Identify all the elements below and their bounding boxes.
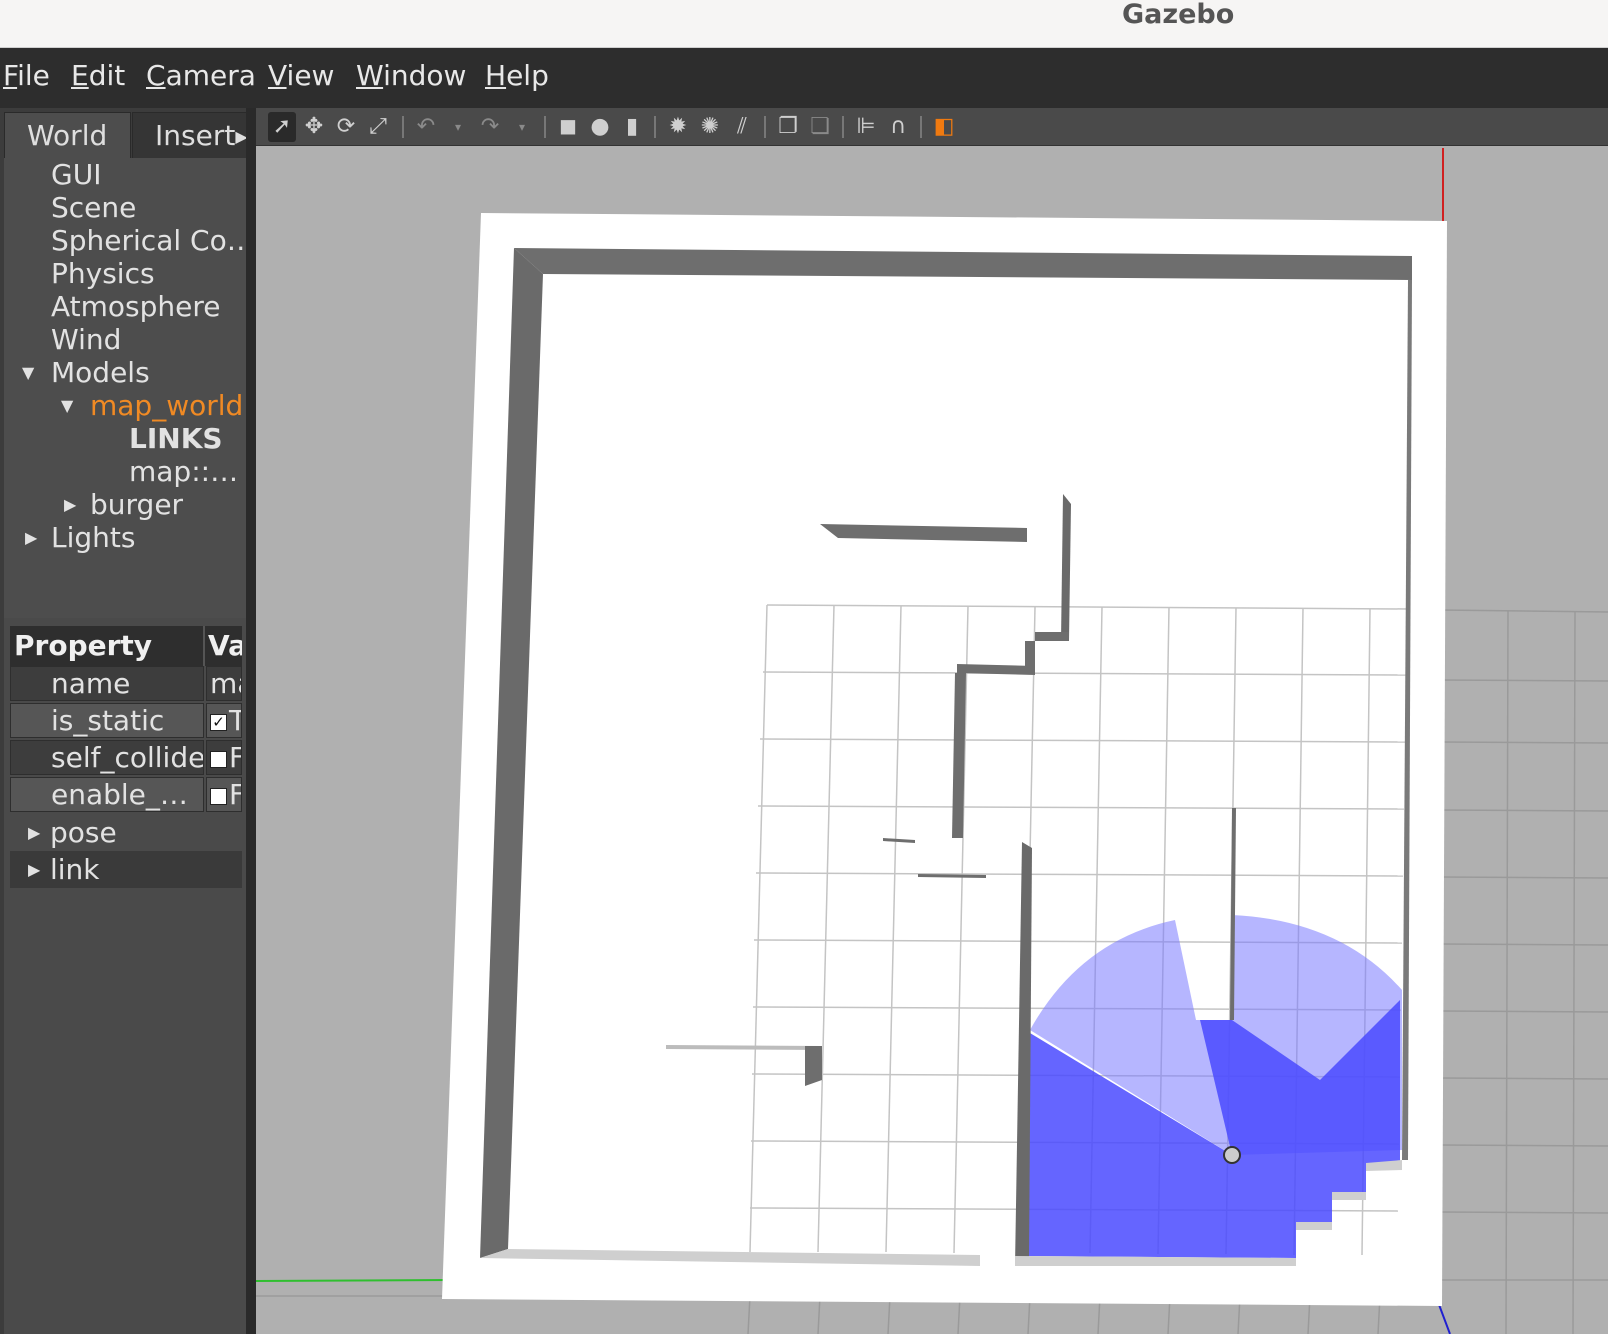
axis-x-line — [256, 1279, 451, 1282]
tree-item-map-world[interactable]: map_world — [90, 389, 243, 423]
checkbox-checked[interactable]: ✓ — [210, 713, 227, 731]
property-value[interactable]: ✓T — [206, 703, 242, 738]
property-group-link[interactable]: ▶ link — [10, 851, 242, 888]
property-key: self_collide — [10, 740, 204, 775]
redo-icon[interactable]: ↷ — [476, 112, 504, 142]
tree-item-spherical-coordinates[interactable]: Spherical Co… — [51, 224, 252, 258]
toolbar-separator — [654, 116, 656, 138]
box-shape-icon[interactable]: ◼ — [554, 112, 582, 142]
left-panel: World Insert▶ GUI Scene Spherical Co… Ph… — [0, 108, 256, 1334]
tree-item-map-link[interactable]: map::… — [129, 455, 238, 489]
menu-bar: File Edit Camera View Window Help — [0, 48, 1608, 108]
property-key: name — [10, 666, 204, 701]
rotate-icon[interactable]: ⟳ — [332, 112, 360, 142]
scene-toolbar: ➚ ✥ ⟳ ⤢ ↶ ▾ ↷ ▾ ◼ ● ▮ ✹ ✺ ⫽ ❐ ❏ ⊫ ∩ ◧ — [256, 108, 1608, 146]
toolbar-separator — [544, 116, 546, 138]
menu-view[interactable]: View — [268, 58, 334, 94]
paste-icon[interactable]: ❏ — [806, 112, 834, 142]
redo-history-icon[interactable]: ▾ — [508, 112, 536, 142]
menu-camera[interactable]: Camera — [146, 58, 256, 94]
property-key: is_static — [10, 703, 204, 738]
point-light-icon[interactable]: ✹ — [664, 112, 692, 142]
translate-icon[interactable]: ✥ — [300, 112, 328, 142]
expand-right-icon[interactable]: ▶ — [25, 521, 37, 555]
property-row-is-static[interactable]: is_static ✓T — [10, 703, 242, 740]
property-value[interactable]: ma — [206, 666, 242, 701]
cylinder-shape-icon[interactable]: ▮ — [618, 112, 646, 142]
directional-light-icon[interactable]: ⫽ — [728, 112, 756, 142]
spot-light-icon[interactable]: ✺ — [696, 112, 724, 142]
menu-file[interactable]: File — [3, 58, 50, 94]
property-panel: Property Va name ma is_static ✓T self_co… — [4, 618, 252, 1334]
panel-tabs: World Insert▶ — [0, 108, 256, 158]
inner-wall-14 — [1296, 1222, 1332, 1230]
property-value[interactable]: F — [206, 740, 242, 775]
toolbar-separator — [764, 116, 766, 138]
tab-insert[interactable]: Insert▶ — [132, 112, 252, 158]
tree-item-models[interactable]: Models — [51, 356, 150, 390]
expand-right-icon[interactable]: ▶ — [28, 814, 40, 851]
toolbar-separator — [842, 116, 844, 138]
tree-item-lights[interactable]: Lights — [51, 521, 135, 555]
expand-down-icon[interactable]: ▼ — [61, 389, 73, 423]
menu-help[interactable]: Help — [485, 58, 549, 94]
property-group-pose[interactable]: ▶ pose — [10, 814, 242, 851]
toolbar-separator — [402, 116, 404, 138]
property-table-header: Property Va — [10, 626, 242, 666]
title-bar: Gazebo — [0, 0, 1608, 48]
align-icon[interactable]: ⊫ — [852, 112, 880, 142]
checkbox-unchecked[interactable] — [210, 787, 227, 805]
robot-marker — [1223, 1146, 1241, 1164]
property-row-name[interactable]: name ma — [10, 666, 242, 703]
view-angle-icon[interactable]: ◧ — [930, 112, 958, 142]
axis-z-line — [1437, 1301, 1451, 1334]
inner-wall-15 — [1332, 1192, 1366, 1200]
header-property[interactable]: Property — [14, 626, 200, 666]
inner-wall-12 — [805, 1046, 822, 1086]
header-value[interactable]: Va — [208, 626, 242, 666]
menu-window[interactable]: Window — [356, 58, 466, 94]
menu-edit[interactable]: Edit — [71, 58, 125, 94]
scale-icon[interactable]: ⤢ — [364, 112, 392, 142]
tab-world[interactable]: World — [4, 112, 131, 158]
tree-item-links-heading: LINKS — [129, 422, 223, 455]
tree-item-wind[interactable]: Wind — [51, 323, 121, 357]
scene-render[interactable] — [256, 146, 1608, 1334]
undo-icon[interactable]: ↶ — [412, 112, 440, 142]
property-key: enable_… — [10, 777, 204, 812]
panel-splitter[interactable] — [246, 108, 256, 1334]
tree-item-burger[interactable]: burger — [90, 488, 183, 522]
property-value[interactable]: F — [206, 777, 242, 812]
window-title: Gazebo — [1122, 0, 1235, 30]
tree-item-physics[interactable]: Physics — [51, 257, 155, 291]
header-divider[interactable] — [203, 626, 205, 666]
select-arrow-icon[interactable]: ➚ — [268, 112, 296, 142]
expand-right-icon[interactable]: ▶ — [64, 488, 76, 522]
tree-item-scene[interactable]: Scene — [51, 191, 136, 225]
tree-item-gui[interactable]: GUI — [51, 158, 101, 192]
expand-right-icon[interactable]: ▶ — [28, 851, 40, 888]
toolbar-separator — [920, 116, 922, 138]
sphere-shape-icon[interactable]: ● — [586, 112, 614, 142]
tree-item-atmosphere[interactable]: Atmosphere — [51, 290, 221, 324]
checkbox-unchecked[interactable] — [210, 750, 227, 768]
undo-history-icon[interactable]: ▾ — [444, 112, 472, 142]
scene-viewport[interactable] — [256, 146, 1608, 1334]
property-row-self-collide[interactable]: self_collide F — [10, 740, 242, 777]
inner-wall-3 — [1035, 632, 1069, 641]
snap-icon[interactable]: ∩ — [884, 112, 912, 142]
expand-down-icon[interactable]: ▼ — [22, 356, 34, 390]
property-row-enable-wind[interactable]: enable_… F — [10, 777, 242, 814]
copy-icon[interactable]: ❐ — [774, 112, 802, 142]
